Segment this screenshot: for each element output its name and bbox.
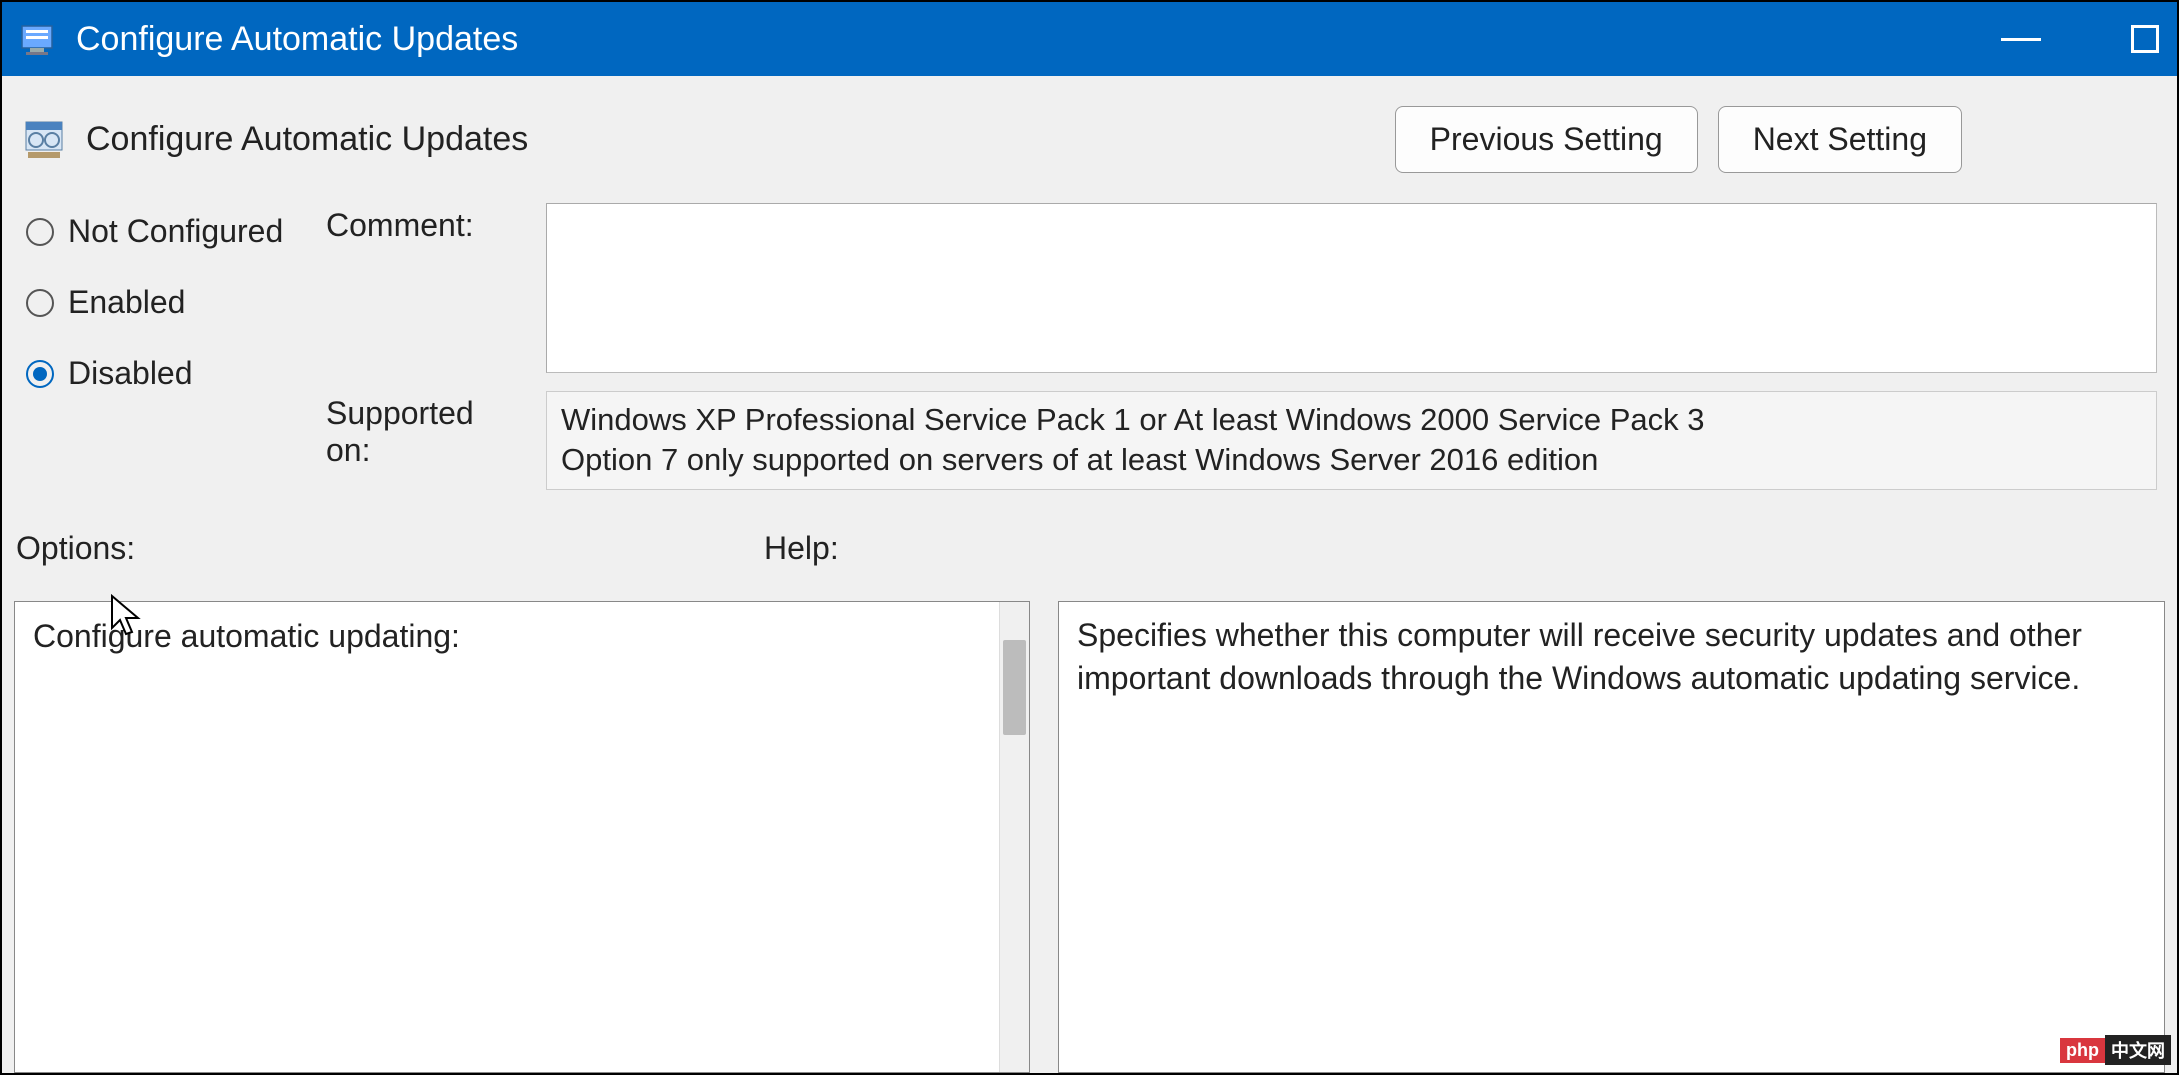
radio-label: Disabled [68, 355, 193, 392]
radio-label: Enabled [68, 284, 185, 321]
section-labels: Options: Help: [2, 490, 2177, 577]
panes-row: Configure automatic updating: Specifies … [2, 577, 2177, 1073]
watermark-left: php [2060, 1038, 2105, 1063]
maximize-button[interactable] [2131, 25, 2159, 53]
radio-icon [26, 289, 54, 317]
options-pane: Configure automatic updating: [14, 601, 1030, 1073]
policy-icon [22, 118, 66, 162]
comment-row: Comment: [326, 203, 2157, 373]
radio-icon [26, 360, 54, 388]
help-pane: Specifies whether this computer will rec… [1058, 601, 2165, 1073]
titlebar: Configure Automatic Updates [2, 2, 2177, 76]
policy-title: Configure Automatic Updates [86, 120, 1375, 159]
header-row: Configure Automatic Updates Previous Set… [2, 76, 2177, 193]
fields-column: Comment: Supported on: Windows XP Profes… [326, 203, 2157, 490]
supported-on-text: Windows XP Professional Service Pack 1 o… [546, 391, 2157, 490]
watermark: php 中文网 [2060, 1035, 2171, 1065]
supported-row: Supported on: Windows XP Professional Se… [326, 391, 2157, 490]
radio-icon [26, 218, 54, 246]
radio-enabled[interactable]: Enabled [26, 284, 316, 321]
state-radio-group: Not Configured Enabled Disabled [26, 203, 316, 490]
help-text: Specifies whether this computer will rec… [1077, 617, 2082, 696]
next-setting-button[interactable]: Next Setting [1718, 106, 1962, 173]
help-section-label: Help: [764, 530, 2157, 567]
radio-label: Not Configured [68, 213, 283, 250]
policy-window-icon [20, 20, 58, 58]
comment-label: Comment: [326, 203, 526, 244]
minimize-button[interactable] [2001, 38, 2041, 41]
scrollbar-thumb[interactable] [1003, 640, 1026, 735]
policy-editor-window: Configure Automatic Updates Configure Au… [0, 0, 2179, 1075]
options-section-label: Options: [16, 530, 764, 567]
window-title: Configure Automatic Updates [76, 20, 2001, 59]
supported-label: Supported on: [326, 391, 526, 469]
config-grid: Not Configured Enabled Disabled Comment: [2, 193, 2177, 490]
watermark-right: 中文网 [2105, 1035, 2171, 1065]
radio-not-configured[interactable]: Not Configured [26, 213, 316, 250]
options-heading: Configure automatic updating: [15, 602, 1029, 671]
comment-input[interactable] [546, 203, 2157, 373]
window-body: Configure Automatic Updates Previous Set… [2, 76, 2177, 1073]
radio-disabled[interactable]: Disabled [26, 355, 316, 392]
options-scrollbar[interactable] [999, 602, 1029, 1072]
previous-setting-button[interactable]: Previous Setting [1395, 106, 1698, 173]
